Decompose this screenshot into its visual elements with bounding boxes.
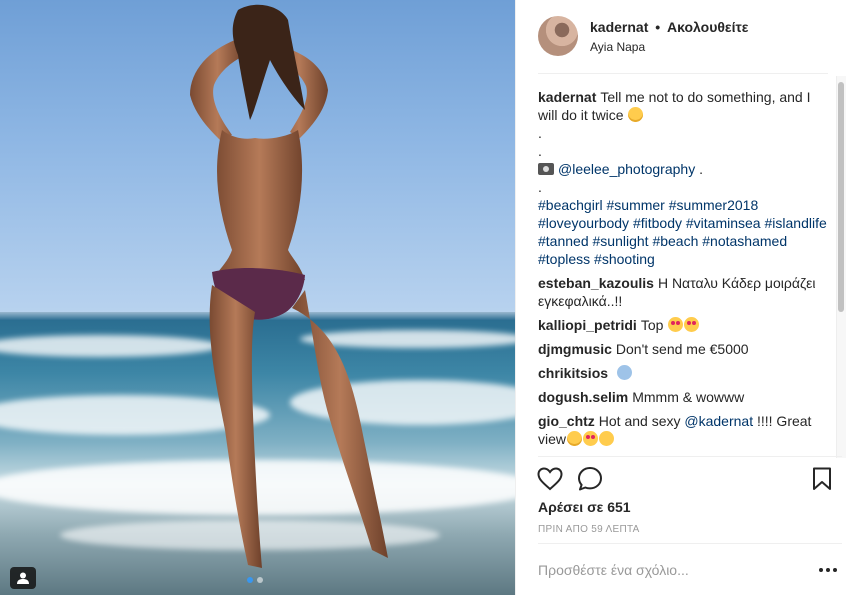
person-silhouette: [190, 4, 388, 568]
comment-item: kalliopi_petridi Top: [538, 316, 828, 334]
comment-item: chrikitsios: [538, 364, 828, 382]
screaming-emoji-icon: [616, 365, 632, 380]
comment-text: Mmmm & wowww: [632, 389, 745, 405]
heart-eyes-emoji-icon: [583, 431, 599, 446]
scroll-thumb[interactable]: [838, 82, 844, 312]
user-tag-glyph: [17, 572, 29, 584]
comment-username[interactable]: esteban_kazoulis: [538, 275, 654, 291]
comment-username[interactable]: gio_chtz: [538, 413, 595, 429]
comment-text: Hot and sexy: [598, 413, 681, 429]
comment-username[interactable]: dogush.selim: [538, 389, 628, 405]
heart-icon: [537, 466, 563, 490]
hashtag-link[interactable]: #summer2018: [669, 197, 759, 213]
hashtag-link[interactable]: #islandlife: [764, 215, 826, 231]
hashtag-link[interactable]: #beach: [652, 233, 698, 249]
caption-username[interactable]: kadernat: [538, 89, 596, 105]
post-header: kadernat • Ακολουθείτε Ayia Napa: [538, 14, 828, 74]
comment-input[interactable]: [538, 561, 814, 578]
comment-item: gio_chtz Hot and sexy @kadernat !!!! Grea…: [538, 412, 828, 448]
comment-username[interactable]: kalliopi_petridi: [538, 317, 637, 333]
hashtag-link[interactable]: #notashamed: [702, 233, 787, 249]
comment-username[interactable]: chrikitsios: [538, 365, 608, 381]
more-dot: [833, 567, 837, 572]
carousel-indicator: [247, 577, 263, 583]
hashtag-link[interactable]: #shooting: [594, 251, 655, 267]
header-username[interactable]: kadernat: [590, 19, 648, 35]
add-comment-bar: [538, 543, 842, 595]
more-dot: [819, 567, 823, 572]
kiss-emoji-icon: [599, 431, 615, 446]
comment-item: esteban_kazoulis Η Ναταλυ Κάδερ μοιράζει …: [538, 274, 828, 310]
photo-credit-mention[interactable]: @leelee_photography: [558, 161, 695, 177]
like-button[interactable]: [530, 459, 570, 499]
post-timestamp[interactable]: ΠΡΙΝ ΑΠΟ 59 ΛΕΠΤΑ: [538, 524, 640, 535]
comments-scrollbar[interactable]: [836, 76, 846, 458]
comments-list[interactable]: kadernat Tell me not to do something, and…: [538, 88, 828, 456]
header-separator: •: [655, 19, 661, 35]
bookmark-icon: [813, 467, 831, 490]
location-link[interactable]: Ayia Napa: [590, 40, 748, 54]
comment-bubble-icon: [578, 466, 602, 490]
comment-item: dogush.selim Mmmm & wowww: [538, 388, 828, 406]
user-tag-icon[interactable]: [10, 567, 36, 589]
header-text: kadernat • Ακολουθείτε Ayia Napa: [590, 14, 748, 54]
save-button[interactable]: [802, 459, 842, 499]
hashtag-link[interactable]: #fitbody: [633, 215, 682, 231]
avatar[interactable]: [538, 16, 578, 56]
hashtag-link[interactable]: #loveyourbody: [538, 215, 629, 231]
photo-credit-suffix: .: [695, 161, 703, 177]
likes-count[interactable]: Αρέσει σε 651: [538, 499, 631, 515]
heart-eyes-emoji-icon: [684, 317, 700, 332]
caption: kadernat Tell me not to do something, and…: [538, 88, 828, 124]
comment-username[interactable]: djmgmusic: [538, 341, 612, 357]
header-line: kadernat • Ακολουθείτε: [590, 19, 748, 35]
hashtag-block: #beachgirl #summer #summer2018 #loveyour…: [538, 196, 828, 268]
post-actions: [537, 456, 842, 500]
more-options-icon[interactable]: [814, 560, 842, 580]
post-sidebar: kadernat • Ακολουθείτε Ayia Napa kaderna…: [515, 0, 849, 595]
camera-emoji-icon: [538, 163, 554, 175]
caption-dot: .: [538, 125, 542, 141]
comment-text: Don't send me €5000: [615, 341, 749, 357]
hashtag-link[interactable]: #topless: [538, 251, 590, 267]
hashtag-link[interactable]: #sunlight: [593, 233, 649, 249]
comment-mention[interactable]: @kadernat: [684, 413, 753, 429]
more-dot: [826, 567, 830, 572]
wink-emoji-icon: [628, 107, 644, 122]
wink-emoji-icon: [567, 431, 583, 446]
hashtag-link[interactable]: #summer: [607, 197, 665, 213]
follow-status-button[interactable]: Ακολουθείτε: [667, 19, 748, 35]
comment-button[interactable]: [570, 459, 610, 499]
heart-eyes-emoji-icon: [668, 317, 684, 332]
comment-text: Top: [640, 317, 664, 333]
hashtag-link[interactable]: #beachgirl: [538, 197, 603, 213]
photo-credit-line: @leelee_photography .: [538, 160, 828, 178]
carousel-dot[interactable]: [257, 577, 263, 583]
hashtag-link[interactable]: #vitaminsea: [686, 215, 761, 231]
caption-dot: .: [538, 143, 542, 159]
hashtag-link[interactable]: #tanned: [538, 233, 589, 249]
comment-item: djmgmusic Don't send me €5000: [538, 340, 828, 358]
instagram-post: kadernat • Ακολουθείτε Ayia Napa kaderna…: [0, 0, 849, 595]
caption-dot: .: [538, 179, 542, 195]
carousel-dot-active[interactable]: [247, 577, 253, 583]
post-photo[interactable]: [0, 0, 515, 595]
